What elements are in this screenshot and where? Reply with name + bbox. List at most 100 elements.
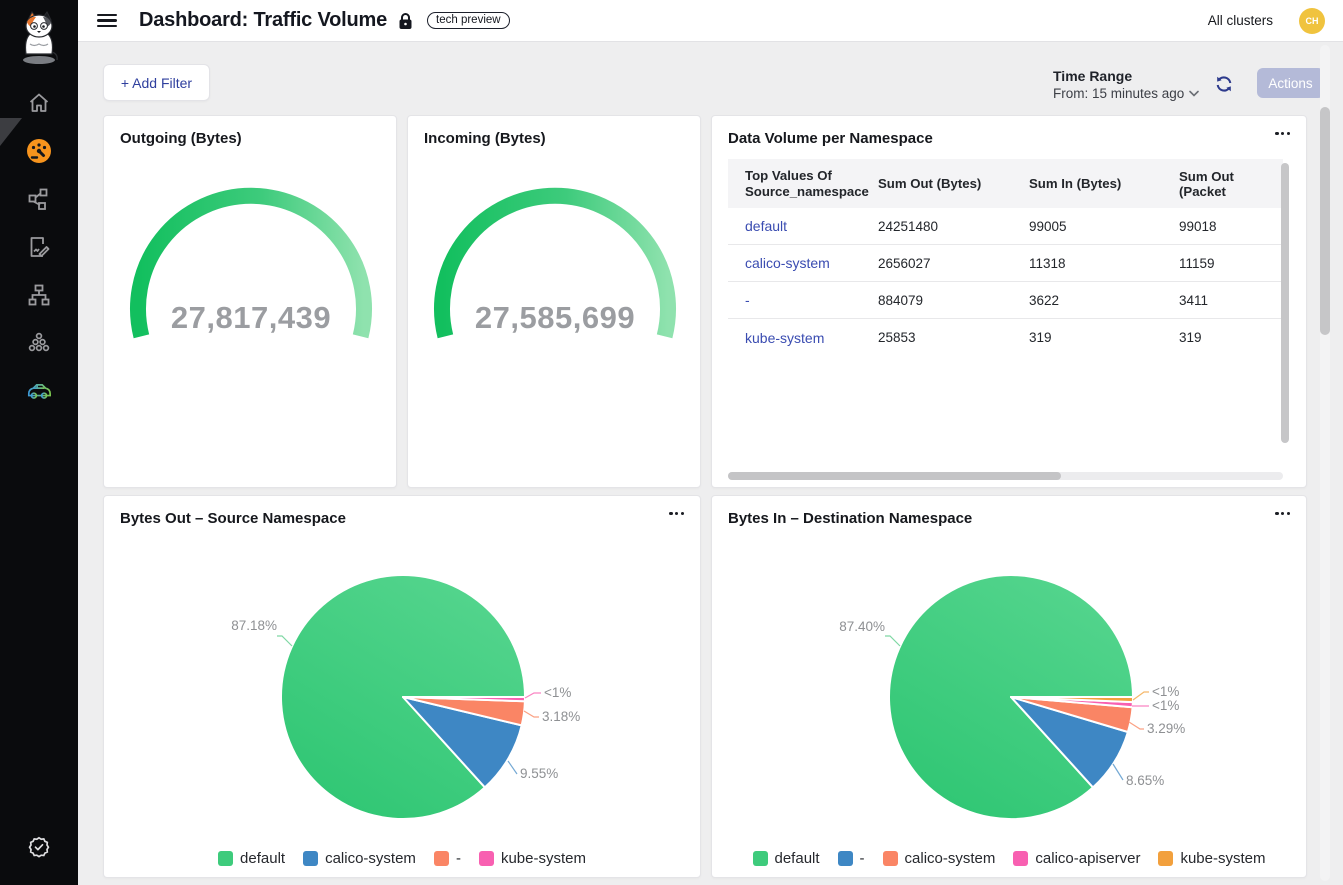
time-range-control[interactable]: Time Range From: 15 minutes ago <box>1053 68 1199 101</box>
table-horizontal-scrollbar-track <box>728 472 1283 480</box>
car-icon <box>26 377 52 403</box>
top-bar: Dashboard: Traffic Volume tech preview A… <box>78 0 1343 42</box>
bytes-in-pie-chart: 87.40% <1% <1% 3.29% 8.65% <box>712 496 1308 841</box>
sidebar-item-dashboards-active[interactable] <box>26 138 52 164</box>
namespace-link[interactable]: default <box>745 218 787 234</box>
time-range-label: Time Range <box>1053 68 1199 84</box>
legend-item[interactable]: calico-apiserver <box>1013 850 1140 867</box>
workloads-cluster-icon <box>27 331 51 355</box>
add-filter-button[interactable]: + Add Filter <box>103 64 210 101</box>
cell-sum-out-pkts: 3411 <box>1179 293 1283 308</box>
pie-label: 3.29% <box>1147 721 1185 736</box>
dashboard-gauge-icon <box>26 138 52 164</box>
pie-label: <1% <box>1152 684 1179 699</box>
pie-label: 87.40% <box>839 619 885 634</box>
legend-item[interactable]: - <box>434 850 461 867</box>
cell-sum-out: 2656027 <box>878 256 1029 271</box>
pie-legend: default calico-system - kube-system <box>104 850 700 867</box>
sidebar-item-networking[interactable] <box>26 282 52 308</box>
col-header-sum-out-packets[interactable]: Sum Out (Packet <box>1179 169 1283 199</box>
col-header-sum-out-bytes[interactable]: Sum Out (Bytes) <box>878 176 1029 191</box>
verified-badge-icon <box>27 835 51 859</box>
sidebar-item-service-graph[interactable] <box>26 186 52 212</box>
pie-label: 8.65% <box>1126 773 1164 788</box>
sidebar-item-workloads[interactable] <box>26 330 52 356</box>
card-menu-ellipsis-icon[interactable] <box>1273 126 1292 141</box>
namespace-table: Top Values Of Source_namespace Sum Out (… <box>728 159 1283 456</box>
table-row: - 884079 3622 3411 <box>728 282 1283 319</box>
legend-item[interactable]: kube-system <box>479 850 586 867</box>
service-graph-icon <box>27 187 51 211</box>
namespace-link[interactable]: kube-system <box>745 330 824 346</box>
bytes-out-pie-chart: 87.18% <1% 3.18% 9.55% <box>104 496 702 841</box>
page-scrollbar-track <box>1320 45 1330 881</box>
policies-icon <box>27 235 51 259</box>
cell-sum-out-pkts: 319 <box>1179 330 1283 345</box>
chevron-down-icon <box>1189 90 1199 97</box>
card-bytes-out-pie: Bytes Out – Source Namespace 87.18% <1% … <box>103 495 701 878</box>
legend-item[interactable]: kube-system <box>1158 850 1265 867</box>
hamburger-menu-icon[interactable] <box>97 14 117 28</box>
pie-label: 9.55% <box>520 766 558 781</box>
sidebar-item-policies[interactable] <box>26 234 52 260</box>
legend-item[interactable]: default <box>218 850 285 867</box>
network-tree-icon <box>27 283 51 307</box>
cluster-selector[interactable]: All clusters <box>1208 13 1273 28</box>
lock-icon <box>398 12 413 30</box>
actions-button[interactable]: Actions <box>1257 68 1324 98</box>
sidebar-item-status[interactable] <box>26 834 52 860</box>
legend-item[interactable]: default <box>753 850 820 867</box>
cell-sum-in: 3622 <box>1029 293 1179 308</box>
table-row: default 24251480 99005 99018 <box>728 208 1283 245</box>
card-bytes-in-pie: Bytes In – Destination Namespace 87.40% … <box>711 495 1307 878</box>
page-scrollbar[interactable] <box>1320 107 1330 335</box>
cell-sum-out: 884079 <box>878 293 1029 308</box>
active-notch <box>0 118 22 146</box>
cell-sum-out-pkts: 11159 <box>1179 256 1283 271</box>
table-horizontal-scrollbar[interactable] <box>728 472 1061 480</box>
pie-label: 87.18% <box>231 618 277 633</box>
avatar[interactable]: CH <box>1299 8 1325 34</box>
card-title: Incoming (Bytes) <box>424 130 546 147</box>
time-range-value: From: 15 minutes ago <box>1053 86 1184 101</box>
sidebar <box>0 0 78 885</box>
card-incoming-bytes: Incoming (Bytes) 27,585,699 <box>407 115 701 488</box>
incoming-gauge-chart: 27,585,699 <box>408 116 702 489</box>
refresh-icon[interactable] <box>1215 75 1233 93</box>
namespace-link[interactable]: calico-system <box>745 255 830 271</box>
legend-item[interactable]: calico-system <box>303 850 416 867</box>
card-title: Data Volume per Namespace <box>728 130 933 147</box>
cell-sum-out-pkts: 99018 <box>1179 219 1283 234</box>
table-header-row: Top Values Of Source_namespace Sum Out (… <box>728 159 1283 208</box>
outgoing-gauge-chart: 27,817,439 <box>104 116 398 489</box>
home-icon <box>27 91 51 115</box>
card-data-volume-table: Data Volume per Namespace Top Values Of … <box>711 115 1307 488</box>
pie-label: <1% <box>1152 698 1179 713</box>
dashboard-content: + Add Filter Time Range From: 15 minutes… <box>78 42 1343 885</box>
table-row: kube-system 25853 319 319 <box>728 319 1283 356</box>
namespace-link[interactable]: - <box>745 292 750 308</box>
pie-label: 3.18% <box>542 709 580 724</box>
cell-sum-in: 319 <box>1029 330 1179 345</box>
outgoing-gauge-value: 27,817,439 <box>171 300 331 335</box>
legend-item[interactable]: - <box>838 850 865 867</box>
sidebar-item-home[interactable] <box>26 90 52 116</box>
calico-cat-logo[interactable] <box>16 10 62 68</box>
cell-sum-in: 11318 <box>1029 256 1179 271</box>
cell-sum-out: 25853 <box>878 330 1029 345</box>
pie-legend: default - calico-system calico-apiserver… <box>712 850 1306 867</box>
card-title: Outgoing (Bytes) <box>120 130 242 147</box>
pie-label: <1% <box>544 685 571 700</box>
table-vertical-scrollbar[interactable] <box>1281 163 1289 443</box>
page-title: Dashboard: Traffic Volume <box>139 9 387 32</box>
table-row: calico-system 2656027 11318 11159 <box>728 245 1283 282</box>
card-outgoing-bytes: Outgoing (Bytes) 27,817,439 <box>103 115 397 488</box>
cell-sum-out: 24251480 <box>878 219 1029 234</box>
col-header-sum-in-bytes[interactable]: Sum In (Bytes) <box>1029 176 1179 191</box>
legend-item[interactable]: calico-system <box>883 850 996 867</box>
sidebar-item-whisker[interactable] <box>26 377 52 403</box>
tech-preview-badge: tech preview <box>427 12 510 29</box>
col-header-namespace[interactable]: Top Values Of Source_namespace <box>728 168 868 200</box>
incoming-gauge-value: 27,585,699 <box>475 300 635 335</box>
cell-sum-in: 99005 <box>1029 219 1179 234</box>
